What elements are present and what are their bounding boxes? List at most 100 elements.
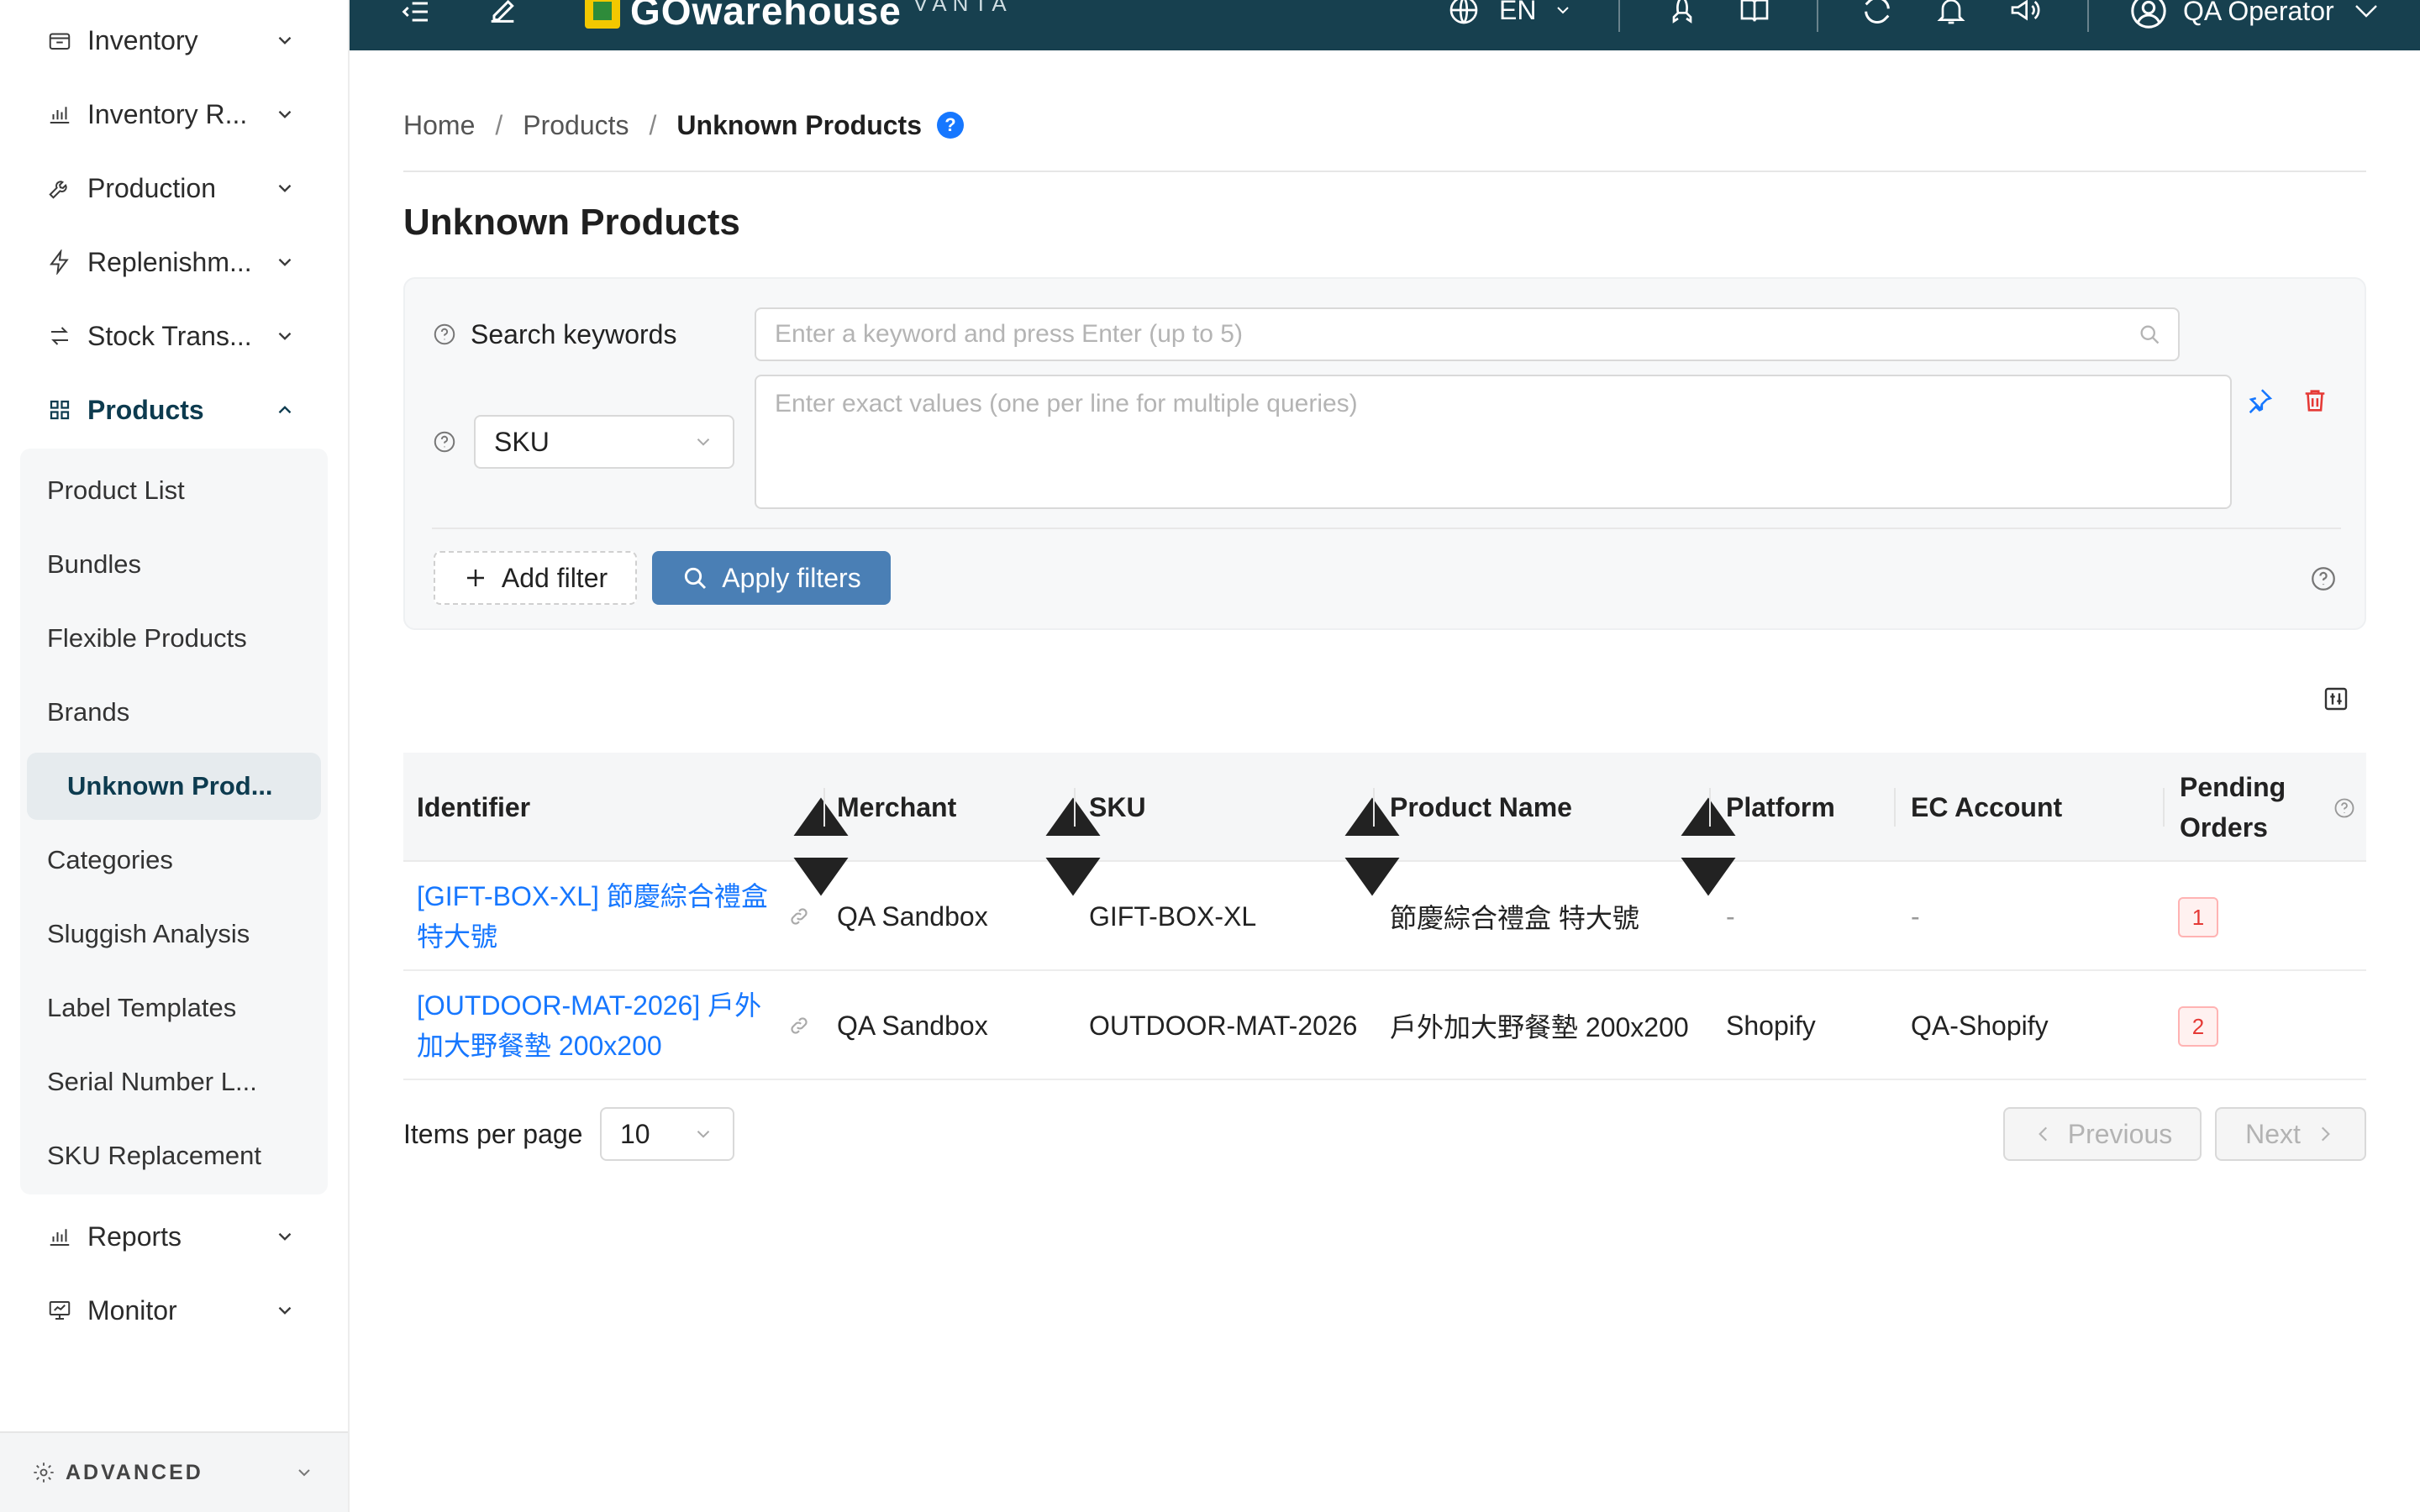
- identifier-link[interactable]: [OUTDOOR-MAT-2026] 戶外 加大野餐墊 200x200: [417, 971, 761, 1080]
- logo[interactable]: GOwarehouse VANTA: [585, 0, 1013, 34]
- book-icon: [1740, 0, 1769, 22]
- field-select[interactable]: SKU: [474, 415, 734, 469]
- column-header-identifier[interactable]: Identifier: [417, 753, 530, 862]
- breadcrumb-current: Unknown Products: [676, 109, 922, 140]
- search-icon: [685, 567, 707, 590]
- sub-item-bundles[interactable]: Bundles: [47, 541, 299, 588]
- table-row: [GIFT-BOX-XL] 節慶綜合禮盒 特大號 QA Sandbox GIFT…: [403, 862, 2366, 971]
- items-per-page-select[interactable]: 10: [600, 1107, 734, 1161]
- field-select-value: SKU: [494, 426, 550, 457]
- collapse-sidebar-button[interactable]: [398, 0, 432, 29]
- sub-item-unknown-products[interactable]: Unknown Prod...: [27, 753, 321, 820]
- nav-label: Inventory R...: [87, 98, 248, 129]
- filter-divider: [432, 528, 2341, 529]
- sub-item-product-list[interactable]: Product List: [47, 467, 299, 514]
- advanced-label: ADVANCED: [66, 1460, 203, 1484]
- previous-page-button[interactable]: Previous: [2003, 1107, 2202, 1161]
- refresh-button[interactable]: [1860, 0, 1894, 27]
- column-header-label: SKU: [1089, 791, 1146, 822]
- chevron-down-icon: [278, 184, 292, 192]
- sub-item-categories[interactable]: Categories: [47, 837, 299, 884]
- column-header-sku[interactable]: SKU: [1089, 753, 1146, 862]
- column-header-product-name[interactable]: Product Name: [1390, 753, 1572, 862]
- chevron-down-icon: [1557, 7, 1570, 14]
- wrench-icon: [49, 181, 67, 199]
- items-per-page-value: 10: [620, 1118, 650, 1149]
- breadcrumb: Home / Products / Unknown Products ?: [403, 104, 964, 146]
- chevron-right-icon: [2321, 1126, 2330, 1142]
- link-icon[interactable]: [788, 906, 810, 927]
- chevron-down-icon: [298, 1469, 310, 1477]
- announcement-button[interactable]: [1665, 0, 1699, 27]
- edit-button[interactable]: [486, 0, 519, 27]
- apply-filters-button[interactable]: Apply filters: [652, 551, 891, 605]
- pending-orders-badge[interactable]: 1: [2178, 897, 2218, 937]
- column-settings-icon[interactable]: [2323, 685, 2349, 712]
- delete-icon[interactable]: [2301, 386, 2329, 415]
- platform-cell: -: [1726, 900, 1735, 932]
- column-header-label: EC Account: [1911, 791, 2063, 822]
- nav-label: Products: [87, 394, 204, 425]
- nav-item-inventory[interactable]: Inventory: [47, 17, 296, 64]
- identifier-line: 加大野餐墊 200x200: [417, 1031, 662, 1061]
- breadcrumb-separator: /: [649, 109, 657, 140]
- language-selector[interactable]: EN: [1447, 0, 1573, 27]
- user-menu[interactable]: QA Operator: [2129, 0, 2381, 30]
- sku-cell: OUTDOOR-MAT-2026: [1089, 1010, 1358, 1041]
- search-keywords-label: Search keywords: [471, 319, 677, 349]
- nav-item-production[interactable]: Production: [47, 165, 296, 212]
- add-filter-button[interactable]: Add filter: [434, 551, 637, 605]
- sub-item-label-templates[interactable]: Label Templates: [47, 984, 299, 1032]
- advanced-section[interactable]: ADVANCED: [0, 1431, 348, 1512]
- nav-label: Production: [87, 172, 216, 203]
- docs-button[interactable]: [1738, 0, 1771, 27]
- sub-item-brands[interactable]: Brands: [47, 689, 299, 736]
- nav-item-products[interactable]: Products: [47, 386, 296, 433]
- user-avatar-icon: [2131, 0, 2166, 29]
- previous-label: Previous: [2067, 1118, 2173, 1149]
- sub-item-flexible-products[interactable]: Flexible Products: [47, 615, 299, 662]
- nav-item-monitor[interactable]: Monitor: [47, 1287, 296, 1334]
- nav-item-stock-transfer[interactable]: Stock Trans...: [47, 312, 296, 360]
- nav-item-inventory-reports[interactable]: Inventory R...: [47, 91, 296, 138]
- sub-item-sku-replacement[interactable]: SKU Replacement: [47, 1132, 299, 1179]
- link-icon[interactable]: [788, 1015, 810, 1037]
- column-header-merchant[interactable]: Merchant: [837, 753, 956, 862]
- nav-label: Replenishm...: [87, 246, 252, 277]
- broadcast-button[interactable]: [2008, 0, 2042, 27]
- identifier-link[interactable]: [GIFT-BOX-XL] 節慶綜合禮盒 特大號: [417, 862, 768, 971]
- exact-values-input[interactable]: [755, 375, 2232, 509]
- sku-cell: GIFT-BOX-XL: [1089, 900, 1257, 932]
- chevron-down-icon: [278, 36, 292, 45]
- next-page-button[interactable]: Next: [2215, 1107, 2366, 1161]
- chevron-down-icon: [278, 110, 292, 118]
- ec-account-cell: QA-Shopify: [1911, 1010, 2049, 1041]
- sub-item-sluggish-analysis[interactable]: Sluggish Analysis: [47, 911, 299, 958]
- filter-panel: Search keywords SKU Add filter Apply fil…: [403, 277, 2366, 630]
- divider: [1817, 0, 1818, 32]
- help-icon[interactable]: ?: [936, 112, 964, 139]
- notifications-button[interactable]: [1934, 0, 1968, 27]
- search-input[interactable]: [755, 307, 2180, 361]
- gear-icon: [34, 1462, 54, 1483]
- breadcrumb-home[interactable]: Home: [403, 110, 475, 141]
- question-circle-icon[interactable]: [432, 322, 457, 347]
- column-divider: [823, 788, 825, 827]
- sub-item-serial-number[interactable]: Serial Number L...: [47, 1058, 299, 1105]
- column-header-label: Pending: [2180, 772, 2286, 802]
- next-label: Next: [2245, 1118, 2301, 1149]
- breadcrumb-products[interactable]: Products: [523, 110, 629, 141]
- identifier-line: 特大號: [417, 921, 498, 952]
- chevron-down-icon: [278, 1232, 292, 1241]
- pin-icon[interactable]: [2245, 386, 2274, 415]
- question-circle-icon[interactable]: [2309, 564, 2338, 593]
- question-circle-icon[interactable]: [432, 429, 457, 454]
- nav-item-reports[interactable]: Reports: [47, 1213, 296, 1260]
- identifier-line: [GIFT-BOX-XL] 節慶綜合禮盒: [417, 881, 768, 911]
- column-header-pending-orders: Pending Orders: [2180, 753, 2286, 862]
- column-header-label: Orders: [2180, 812, 2268, 843]
- nav-item-replenishment[interactable]: Replenishm...: [47, 239, 296, 286]
- pending-orders-badge[interactable]: 2: [2178, 1006, 2218, 1047]
- column-header-label: Merchant: [837, 791, 957, 822]
- question-circle-icon[interactable]: [2333, 796, 2356, 820]
